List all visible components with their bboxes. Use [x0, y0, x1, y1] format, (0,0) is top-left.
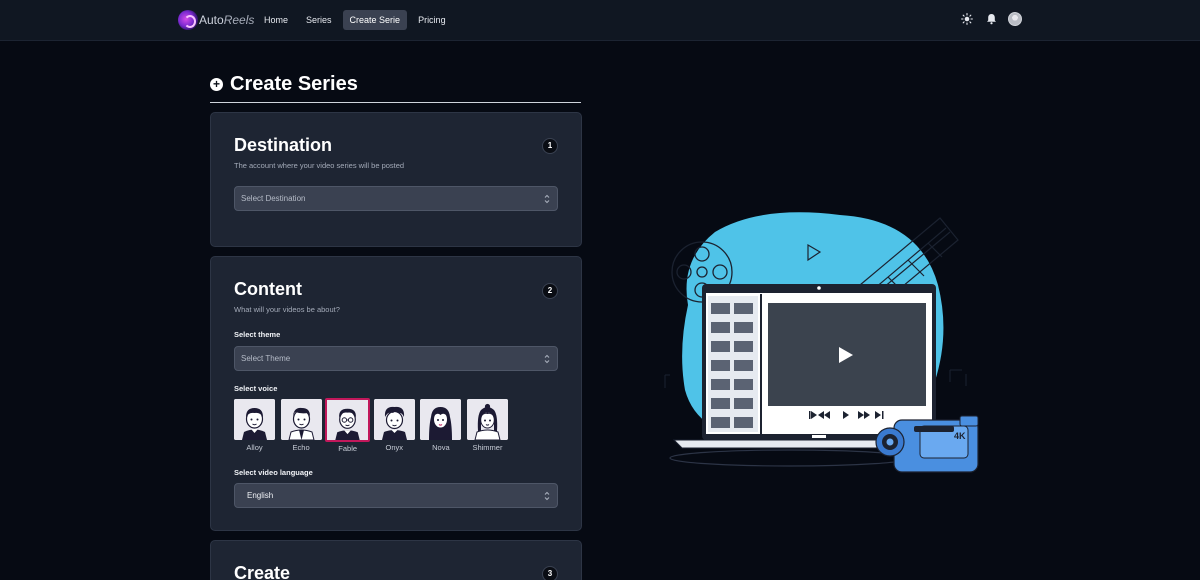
page-title: Create Series: [230, 73, 358, 95]
voice-option-nova[interactable]: Nova: [420, 399, 462, 453]
nav-link-pricing[interactable]: Pricing: [411, 10, 453, 30]
step-badge-2: 2: [542, 283, 558, 299]
voice-option-fable[interactable]: Fable: [325, 398, 371, 453]
voice-picker: Alloy Echo Fable Onyx Nova Shimmer: [234, 398, 514, 453]
logo-mark-icon: [178, 10, 198, 30]
theme-select[interactable]: Select Theme: [234, 346, 558, 371]
select-chevrons-icon: [544, 491, 550, 501]
video-editing-illustration: 4K: [664, 212, 979, 473]
destination-select[interactable]: Select Destination: [234, 186, 558, 211]
sun-icon[interactable]: [960, 12, 974, 26]
create-title: Create: [234, 563, 291, 580]
logo-text: AutoReels: [199, 13, 254, 27]
nav-link-series[interactable]: Series: [299, 10, 339, 30]
create-card: Create 3: [210, 540, 582, 580]
bell-icon[interactable]: [984, 12, 998, 26]
voice-nova-avatar: [420, 399, 462, 440]
focus-corner-icon: [949, 369, 967, 386]
plus-circle-icon: +: [210, 78, 223, 91]
voice-onyx-avatar: [373, 399, 415, 440]
step-badge-1: 1: [542, 138, 558, 154]
theme-select-placeholder: Select Theme: [241, 354, 291, 363]
voice-name-alloy: Alloy: [246, 443, 263, 452]
voice-option-alloy[interactable]: Alloy: [234, 399, 275, 453]
voice-echo-avatar: [280, 399, 322, 440]
top-navbar: AutoReels Home Series Create Serie Prici…: [0, 0, 1200, 41]
voice-name-onyx: Onyx: [385, 443, 404, 452]
page-title-bar: + Create Series: [210, 73, 581, 103]
logo-brand-auto: Auto: [199, 13, 224, 27]
content-card: Content What will your videos be about? …: [210, 256, 582, 531]
voice-option-echo[interactable]: Echo: [280, 399, 322, 453]
destination-card: Destination The account where your video…: [210, 112, 582, 247]
step-badge-3: 3: [542, 566, 558, 580]
select-chevrons-icon: [544, 194, 550, 204]
voice-fable-avatar: [325, 398, 371, 442]
voice-name-fable: Fable: [338, 444, 358, 453]
voice-shimmer-avatar: [466, 399, 508, 440]
select-chevrons-icon: [544, 354, 550, 364]
language-select-value: English: [247, 491, 274, 500]
content-description: What will your videos be about?: [234, 305, 340, 314]
voice-option-onyx[interactable]: Onyx: [373, 399, 415, 453]
camcorder-badge-text: 4K: [954, 431, 966, 441]
voice-name-nova: Nova: [432, 443, 450, 452]
language-label: Select video language: [234, 468, 313, 477]
voice-option-shimmer[interactable]: Shimmer: [466, 399, 508, 453]
content-title: Content: [234, 279, 302, 299]
theme-label: Select theme: [234, 330, 281, 339]
voice-alloy-avatar: [234, 399, 275, 440]
destination-description: The account where your video series will…: [234, 161, 405, 170]
destination-title: Destination: [234, 135, 333, 155]
voice-name-echo: Echo: [292, 443, 310, 452]
nav-link-home[interactable]: Home: [257, 10, 295, 30]
user-avatar[interactable]: [1008, 12, 1022, 26]
nav-right-actions: [960, 12, 1022, 26]
voice-label: Select voice: [234, 384, 278, 393]
nav-link-create-serie[interactable]: Create Serie: [342, 10, 408, 30]
logo-brand-reels: Reels: [223, 13, 255, 27]
logo[interactable]: AutoReels: [178, 9, 254, 31]
focus-corner-icon-left: [664, 374, 670, 388]
destination-select-placeholder: Select Destination: [241, 194, 306, 203]
voice-name-shimmer: Shimmer: [472, 443, 503, 452]
language-select[interactable]: English: [234, 483, 558, 508]
nav-links: Home Series Create Serie Pricing: [257, 10, 457, 30]
